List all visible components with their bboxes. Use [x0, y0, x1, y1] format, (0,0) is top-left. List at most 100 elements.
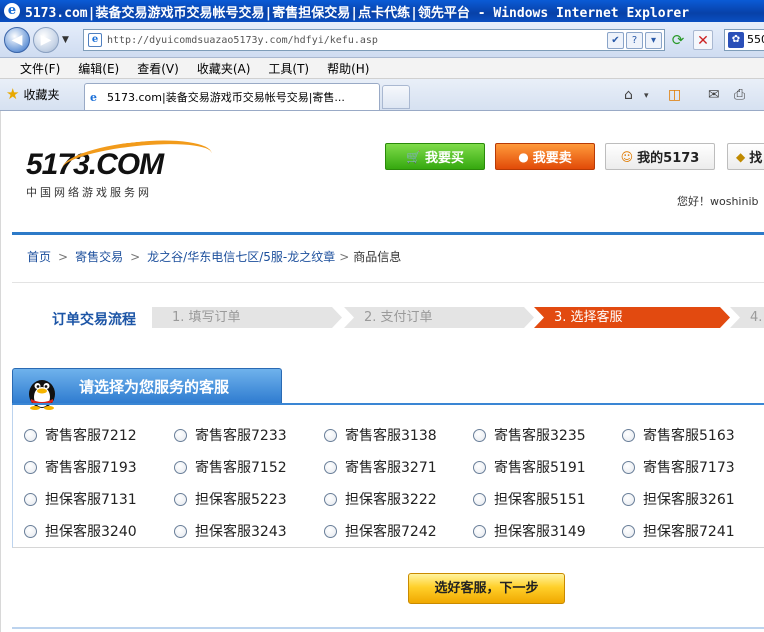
service-radio[interactable] — [174, 428, 187, 442]
service-option[interactable]: 担保客服3240 — [24, 521, 137, 541]
breadcrumb-home[interactable]: 首页 — [27, 250, 51, 264]
breadcrumb-game-server[interactable]: 龙之谷/华东电信七区/5服-龙之纹章 — [147, 250, 335, 264]
search-value[interactable]: 550 — [747, 33, 764, 46]
service-option-label: 担保客服7241 — [643, 524, 735, 540]
service-radio[interactable] — [24, 428, 37, 442]
user-greeting: 您好！woshinib — [677, 195, 759, 208]
service-radio[interactable] — [324, 492, 337, 506]
service-option[interactable]: 寄售客服3235 — [473, 425, 586, 445]
menu-favorites[interactable]: 收藏夹(A) — [197, 60, 251, 77]
home-dropdown-icon[interactable]: ▾ — [644, 91, 649, 101]
service-option[interactable]: 担保客服3243 — [174, 521, 287, 541]
next-step-button[interactable]: 选好客服，下一步 — [408, 573, 565, 604]
service-option[interactable]: 担保客服3149 — [473, 521, 586, 541]
service-option-label: 寄售客服3235 — [494, 428, 586, 444]
flow-step-fill-order: 1. 填写订单 — [152, 307, 342, 328]
service-radio[interactable] — [473, 428, 486, 442]
buy-button[interactable]: 🛒 我要买 — [385, 143, 485, 170]
service-radio[interactable] — [324, 524, 337, 538]
sell-button[interactable]: ● 我要卖 — [495, 143, 595, 170]
url-field[interactable]: e http://dyuicomdsuazao5173y.com/hdfyi/k… — [83, 29, 665, 51]
breadcrumb-divider — [12, 282, 764, 283]
header-divider — [12, 232, 764, 235]
tab-page-icon: e — [90, 90, 97, 104]
service-radio[interactable] — [174, 460, 187, 474]
menu-tools[interactable]: 工具(T) — [268, 60, 309, 77]
forward-button[interactable]: ▶ — [33, 27, 59, 53]
service-radio[interactable] — [473, 524, 486, 538]
service-option[interactable]: 寄售客服3271 — [324, 457, 437, 477]
service-option-label: 担保客服3261 — [643, 492, 735, 508]
order-flow-label: 订单交易流程 — [52, 312, 136, 328]
service-radio[interactable] — [174, 492, 187, 506]
service-option[interactable]: 寄售客服7193 — [24, 457, 137, 477]
service-radio[interactable] — [24, 460, 37, 474]
my-5173-button[interactable]: ☺ 我的5173 — [605, 143, 715, 170]
service-radio[interactable] — [622, 492, 635, 506]
history-dropdown-icon[interactable]: ▼ — [62, 35, 69, 45]
menu-help[interactable]: 帮助(H) — [327, 60, 369, 77]
service-radio[interactable] — [622, 428, 635, 442]
site-logo[interactable]: 5173.COM 中国网络游戏服务网 — [26, 134, 214, 200]
service-option-label: 担保客服3222 — [345, 492, 437, 508]
service-radio[interactable] — [473, 460, 486, 474]
service-option[interactable]: 寄售客服5163 — [622, 425, 735, 445]
service-option[interactable]: 担保客服7131 — [24, 489, 137, 509]
service-radio[interactable] — [324, 428, 337, 442]
service-option-label: 担保客服7242 — [345, 524, 437, 540]
service-radio[interactable] — [324, 460, 337, 474]
my-label: 我的5173 — [637, 151, 700, 166]
search-provider-icon: ✿ — [728, 32, 744, 48]
service-option[interactable]: 担保客服7242 — [324, 521, 437, 541]
service-option[interactable]: 寄售客服7173 — [622, 457, 735, 477]
search-input[interactable]: ✿ 550 — [724, 29, 764, 51]
home-icon[interactable]: ⌂ — [624, 87, 633, 103]
service-option[interactable]: 寄售客服7152 — [174, 457, 287, 477]
find-button[interactable]: ◆ 找 — [727, 143, 764, 170]
service-radio[interactable] — [24, 524, 37, 538]
favorites-label: 收藏夹 — [23, 87, 60, 102]
feeds-icon[interactable]: ◫ — [668, 87, 681, 103]
service-option[interactable]: 担保客服3222 — [324, 489, 437, 509]
service-option-label: 寄售客服7193 — [45, 460, 137, 476]
breadcrumb-separator-icon: > — [58, 250, 69, 264]
back-button[interactable]: ◀ — [4, 27, 30, 53]
logo-tagline: 中国网络游戏服务网 — [26, 186, 152, 199]
service-option[interactable]: 寄售客服5191 — [473, 457, 586, 477]
print-icon[interactable]: ⎙ — [734, 87, 745, 103]
search-book-icon: ◆ — [736, 149, 746, 164]
service-option[interactable]: 寄售客服7212 — [24, 425, 137, 445]
service-option[interactable]: 担保客服7241 — [622, 521, 735, 541]
url-text[interactable]: http://dyuicomdsuazao5173y.com/hdfyi/kef… — [107, 35, 607, 46]
breadcrumb-separator-icon: > — [339, 250, 350, 264]
user-icon: ☺ — [620, 149, 634, 164]
service-radio[interactable] — [174, 524, 187, 538]
new-tab-button[interactable] — [382, 85, 410, 109]
mail-icon[interactable]: ✉ — [708, 87, 720, 103]
service-option-label: 寄售客服7152 — [195, 460, 287, 476]
stop-icon[interactable]: ✕ — [693, 30, 713, 50]
tab-bar: ★ 收藏夹 e 5173.com|装备交易游戏币交易帐号交易|寄售... ⌂ ▾… — [0, 79, 764, 111]
window-title-bar: e 5173.com|装备交易游戏币交易帐号交易|寄售担保交易|点卡代练|领先平… — [0, 0, 764, 22]
service-option[interactable]: 担保客服5151 — [473, 489, 586, 509]
service-option[interactable]: 担保客服5223 — [174, 489, 287, 509]
service-radio[interactable] — [473, 492, 486, 506]
breadcrumb-consign[interactable]: 寄售交易 — [75, 250, 123, 264]
refresh-icon[interactable]: ⟳ — [668, 30, 688, 50]
service-option-label: 担保客服7131 — [45, 492, 137, 508]
menu-file[interactable]: 文件(F) — [20, 60, 60, 77]
service-option[interactable]: 担保客服3261 — [622, 489, 735, 509]
favorites-button[interactable]: ★ 收藏夹 — [6, 85, 59, 103]
menu-view[interactable]: 查看(V) — [137, 60, 179, 77]
service-panel-title-text: 请选择为您服务的客服 — [79, 377, 230, 396]
url-dropdown-icon[interactable]: ▾ — [645, 31, 662, 49]
service-radio[interactable] — [622, 460, 635, 474]
compatibility-icon[interactable]: ? — [626, 31, 643, 49]
menu-edit[interactable]: 编辑(E) — [78, 60, 119, 77]
service-option[interactable]: 寄售客服7233 — [174, 425, 287, 445]
service-radio[interactable] — [622, 524, 635, 538]
tab-active[interactable]: e 5173.com|装备交易游戏币交易帐号交易|寄售... — [84, 83, 380, 110]
service-radio[interactable] — [24, 492, 37, 506]
security-shield-icon[interactable]: ✔ — [607, 31, 624, 49]
service-option[interactable]: 寄售客服3138 — [324, 425, 437, 445]
